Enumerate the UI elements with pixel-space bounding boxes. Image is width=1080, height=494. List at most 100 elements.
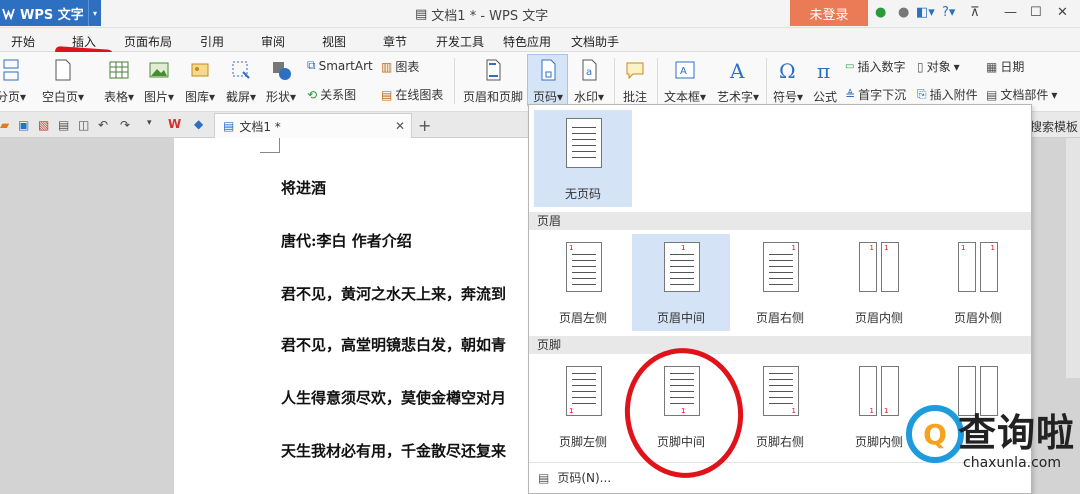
print-icon[interactable]: ▤ xyxy=(58,118,69,132)
ribbon-separator xyxy=(766,58,767,104)
gallery-button[interactable]: 图库▾ xyxy=(182,58,218,105)
option-header-outside[interactable]: 1 1 页眉外侧 xyxy=(929,234,1027,331)
document-icon: ▤ xyxy=(415,7,428,22)
comment-button[interactable]: 批注 xyxy=(618,58,652,105)
page-thumb: 1 xyxy=(566,242,602,292)
chart-button[interactable]: ▥ 图表 xyxy=(381,58,419,75)
document-tab[interactable]: ▤ 文档1 * ✕ xyxy=(214,113,412,138)
shape-button[interactable]: 形状▾ xyxy=(263,58,299,105)
doc-paragraph[interactable]: 君不见，高堂明镜悲白发，朝如青 xyxy=(281,334,506,355)
svg-text:a: a xyxy=(586,67,592,78)
textbox-button[interactable]: A 文本框▾ xyxy=(660,58,710,105)
share-icon[interactable]: ◧▾ xyxy=(916,5,935,20)
page-thumb: 1 xyxy=(763,242,799,292)
option-header-center[interactable]: 1 页眉中间 xyxy=(632,234,730,331)
restore-ribbon-icon[interactable]: ⊼ xyxy=(970,5,980,20)
relation-diagram-button[interactable]: ⟲ 关系图 xyxy=(307,86,356,103)
header-footer-icon xyxy=(486,59,501,81)
doc-paragraph[interactable]: 天生我材必有用，千金散尽还复来 xyxy=(281,440,506,461)
close-tab-icon[interactable]: ✕ xyxy=(395,119,405,133)
app-menu-arrow-icon[interactable]: ▾ xyxy=(88,0,101,26)
watermark-button[interactable]: a 水印▾ xyxy=(570,58,608,105)
watermark-logo-icon: Q xyxy=(906,405,964,463)
doc-paragraph[interactable]: 君不见，黄河之水天上来，奔流到 xyxy=(281,283,506,304)
smartart-button[interactable]: ⧉ SmartArt xyxy=(307,58,373,73)
formula-button[interactable]: π 公式 xyxy=(810,58,840,105)
tab-review[interactable]: 审阅 xyxy=(261,33,285,50)
add-tab-icon[interactable]: + xyxy=(418,116,431,135)
save-icon[interactable]: ▣ xyxy=(18,118,29,132)
window-title: ▤ 文档1 * - WPS 文字 xyxy=(415,7,549,24)
tab-chapter[interactable]: 章节 xyxy=(383,33,407,50)
template-search[interactable]: 搜索模板 xyxy=(1030,118,1078,135)
tab-doc-assistant[interactable]: 文档助手 xyxy=(571,33,619,50)
login-button[interactable]: 未登录 xyxy=(790,0,868,26)
pi-icon: π xyxy=(817,59,830,82)
minimize-icon[interactable]: — xyxy=(1004,5,1017,20)
doc-paragraph[interactable]: 将进酒 xyxy=(281,177,326,198)
watermark-icon: a xyxy=(582,59,597,81)
svg-text:Ω: Ω xyxy=(779,59,796,82)
cloud-icon[interactable]: ● xyxy=(875,5,886,20)
wps-home-icon[interactable]: W xyxy=(168,117,181,131)
quick-access-dropdown-icon[interactable]: ▾ xyxy=(147,118,152,128)
tab-developer[interactable]: 开发工具 xyxy=(436,33,484,50)
table-icon xyxy=(109,61,129,79)
cube-icon[interactable]: ◆ xyxy=(194,117,203,131)
close-icon[interactable]: ✕ xyxy=(1057,5,1068,20)
header-footer-button[interactable]: 页眉和页脚 xyxy=(461,58,525,105)
doc-parts-icon: ▤ xyxy=(986,87,998,102)
table-button[interactable]: 表格▾ xyxy=(101,58,137,105)
option-header-right[interactable]: 1 页眉右侧 xyxy=(731,234,829,331)
app-menu-button[interactable]: WPS 文字 ▾ xyxy=(0,0,101,26)
screenshot-button[interactable]: 截屏▾ xyxy=(223,58,259,105)
page-break-button[interactable]: 分页▾ xyxy=(0,58,26,105)
option-footer-left[interactable]: 1 页脚左侧 xyxy=(534,358,632,455)
doc-parts-button[interactable]: ▤ 文档部件 ▾ xyxy=(986,86,1057,103)
open-icon[interactable]: ▰ xyxy=(0,118,9,132)
svg-text:π: π xyxy=(817,59,830,82)
margin-corner-mark xyxy=(260,138,280,153)
option-no-page-number[interactable]: 无页码 xyxy=(534,110,632,207)
redo-icon[interactable]: ↷ xyxy=(120,118,130,132)
tab-references[interactable]: 引用 xyxy=(200,33,224,50)
doc-paragraph[interactable]: 唐代:李白 作者介绍 xyxy=(281,230,412,251)
vertical-scrollbar[interactable] xyxy=(1066,138,1080,378)
page-number-icon xyxy=(541,59,556,81)
option-header-inside[interactable]: 1 1 页眉内侧 xyxy=(830,234,928,331)
online-chart-button[interactable]: ▤ 在线图表 xyxy=(381,86,443,103)
symbol-button[interactable]: Ω 符号▾ xyxy=(770,58,806,105)
print-preview-icon[interactable]: ◫ xyxy=(78,118,89,132)
spread-thumb: 1 1 xyxy=(958,242,998,292)
page-number-label[interactable]: 页码▾ xyxy=(528,58,568,105)
attachment-button[interactable]: ⎘ 插入附件 xyxy=(917,86,978,103)
watermark-text: 查询啦 xyxy=(958,411,1076,455)
tab-page-layout[interactable]: 页面布局 xyxy=(124,33,172,50)
object-button[interactable]: ▯ 对象 ▾ xyxy=(917,58,960,75)
picture-button[interactable]: 图片▾ xyxy=(141,58,177,105)
tab-start[interactable]: 开始 xyxy=(11,33,35,50)
tab-special[interactable]: 特色应用 xyxy=(503,33,551,50)
online-chart-icon: ▤ xyxy=(381,87,393,102)
doc-paragraph[interactable]: 人生得意须尽欢，莫使金樽空对月 xyxy=(281,387,506,408)
blank-page-button[interactable]: 空白页▾ xyxy=(38,58,88,105)
tab-view[interactable]: 视图 xyxy=(322,33,346,50)
export-pdf-icon[interactable]: ▧ xyxy=(38,118,49,132)
option-footer-right[interactable]: 1 页脚右侧 xyxy=(731,358,829,455)
chart-icon: ▥ xyxy=(381,59,393,74)
document-tab-icon: ▤ xyxy=(223,119,235,133)
spread-thumb: 1 1 xyxy=(859,242,899,292)
maximize-icon[interactable]: ☐ xyxy=(1030,5,1042,20)
settings-dot-icon[interactable]: ● xyxy=(898,5,909,20)
option-header-left[interactable]: 1 页眉左侧 xyxy=(534,234,632,331)
attachment-icon: ⎘ xyxy=(917,87,927,101)
undo-icon[interactable]: ↶ xyxy=(98,118,108,132)
page-number-settings-link[interactable]: ▤ 页码(N)... xyxy=(529,462,1031,492)
shape-icon xyxy=(273,62,291,80)
drop-cap-button[interactable]: ≜ 首字下沉 xyxy=(845,86,906,103)
smartart-icon: ⧉ xyxy=(307,58,316,72)
insert-number-button[interactable]: ▭ 插入数字 xyxy=(845,58,905,75)
date-button[interactable]: ▦ 日期 xyxy=(986,58,1024,75)
wordart-button[interactable]: A 艺术字▾ xyxy=(713,58,763,105)
help-icon[interactable]: ?▾ xyxy=(942,5,955,20)
